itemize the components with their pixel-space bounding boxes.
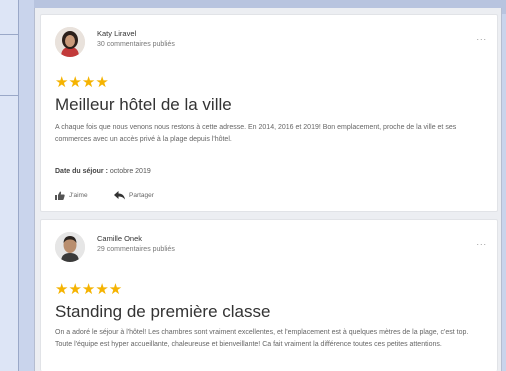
left-panel (0, 0, 19, 371)
author-name[interactable]: Camille Onek (97, 234, 142, 243)
share-label: Partager (129, 192, 154, 199)
star-rating: ★★★★★ (55, 281, 123, 298)
review-title: Meilleur hôtel de la ville (55, 95, 232, 114)
star-rating: ★★★★ (55, 74, 109, 91)
like-button[interactable]: J'aime (55, 191, 88, 200)
review-body: On a adoré le séjour à l'hôtel! Les cham… (55, 329, 469, 348)
avatar[interactable] (55, 232, 85, 262)
review-card: Katy Liravel 30 commentaires publiés ...… (40, 14, 498, 212)
comment-count: 29 commentaires publiés (97, 246, 175, 253)
comment-count: 30 commentaires publiés (97, 41, 175, 48)
review-body: A chaque fois que nous venons nous resto… (55, 124, 457, 143)
review-card: Camille Onek 29 commentaires publiés ...… (40, 219, 498, 371)
avatar[interactable] (55, 27, 85, 57)
like-label: J'aime (69, 192, 88, 199)
more-icon[interactable]: ... (476, 32, 487, 42)
more-icon[interactable]: ... (476, 237, 487, 247)
share-button[interactable]: Partager (114, 191, 154, 200)
author-name[interactable]: Katy Liravel (97, 29, 136, 38)
review-title: Standing de première classe (55, 302, 271, 321)
stay-label: Date du séjour : (55, 168, 108, 175)
share-arrow-icon (114, 191, 125, 200)
stay-value: octobre 2019 (109, 168, 151, 175)
thumbs-up-icon (55, 191, 65, 200)
stay-date: Date du séjour : octobre 2019 (55, 168, 151, 175)
